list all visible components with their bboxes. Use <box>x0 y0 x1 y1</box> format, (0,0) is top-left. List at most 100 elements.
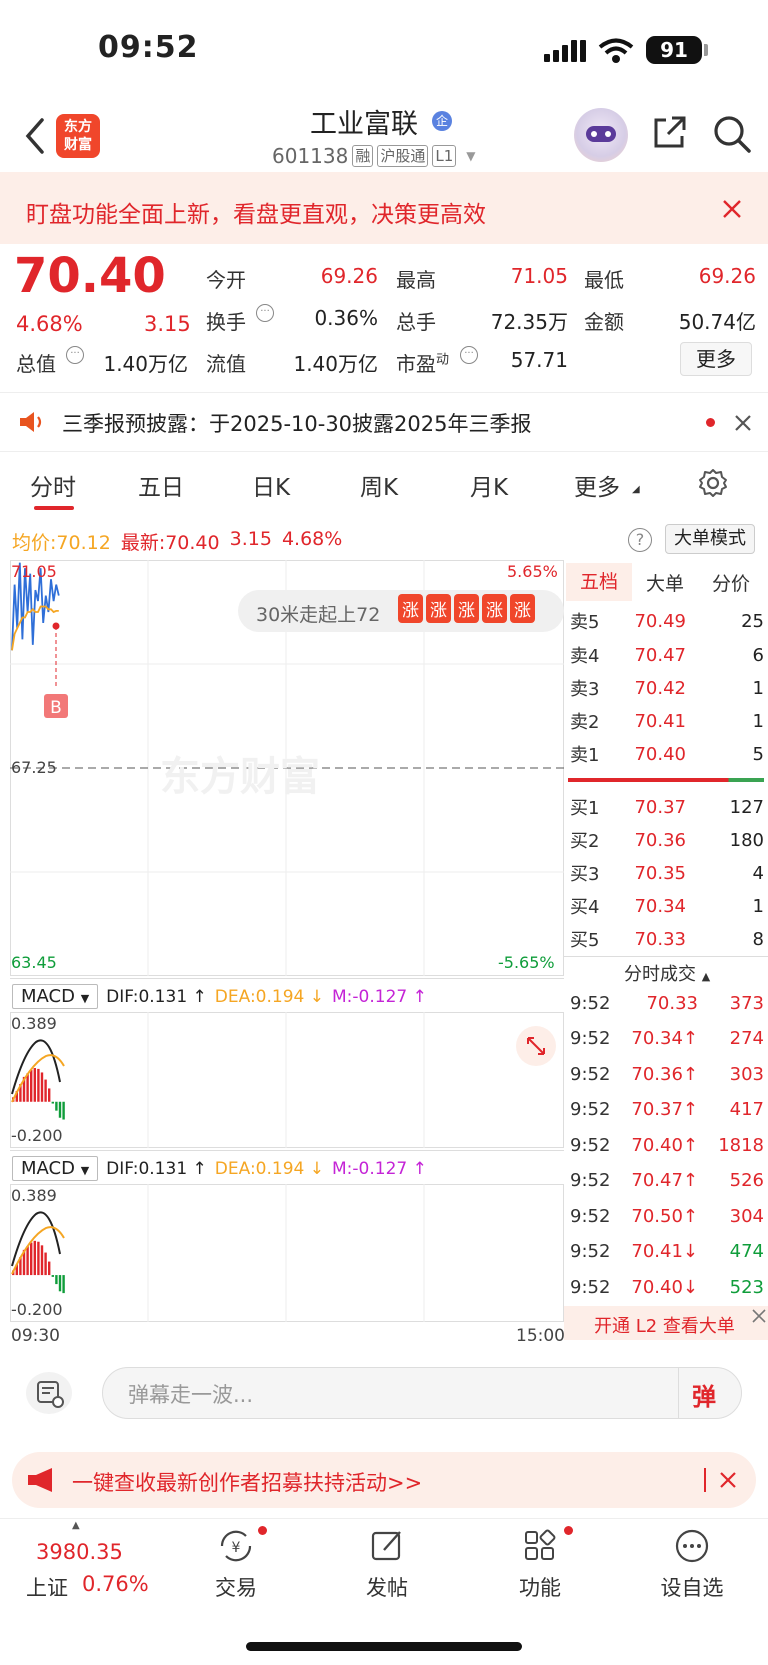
settings-icon[interactable] <box>698 468 728 498</box>
share-icon[interactable] <box>650 114 688 152</box>
nav-trade[interactable]: 交易 <box>191 1572 281 1602</box>
trade-marker-point <box>52 622 60 630</box>
danmu-send-button[interactable]: 弹 <box>692 1377 716 1412</box>
megaphone-icon <box>28 1468 52 1492</box>
ask-row: 卖2 70.41 1 <box>570 710 764 734</box>
danmu-banner-text: 30米走起上72 <box>256 604 381 626</box>
danmu-settings-button[interactable] <box>26 1372 72 1414</box>
assistant-avatar[interactable] <box>574 108 628 162</box>
tab-five-day[interactable]: 五日 <box>138 468 184 502</box>
expand-icon <box>527 1037 545 1055</box>
info-icon[interactable]: ··· <box>256 304 274 322</box>
ask-row: 卖4 70.47 6 <box>570 644 764 668</box>
index-name[interactable]: 上证 <box>26 1572 68 1602</box>
tab-weekly-k[interactable]: 周K <box>360 468 398 502</box>
indicator-select[interactable]: MACD ▼ <box>12 1156 99 1181</box>
macd-bar <box>48 1261 51 1276</box>
macd-bar <box>48 1088 51 1102</box>
tab-big-orders[interactable]: 大单 <box>632 569 698 596</box>
trade-row: 9:52 70.36↑ 303 <box>570 1063 764 1085</box>
close-icon[interactable] <box>722 199 742 219</box>
announcement-text: 三季报预披露：于2025-10-30披露2025年三季报 <box>62 412 532 436</box>
macd-header: MACD ▼ DIF:0.131 ↑ DEA:0.194 ↓ M:-0.127 … <box>12 984 427 1009</box>
bid-row: 买2 70.36 180 <box>570 829 764 853</box>
trade-row: 9:52 70.50↑ 304 <box>570 1205 764 1227</box>
close-icon[interactable] <box>752 1309 766 1323</box>
trades-title[interactable]: 分时成交 ▲ <box>624 960 710 986</box>
stock-code-row[interactable]: 601138 融 沪股通 L1 ▼ <box>272 144 476 168</box>
macd-top-label: 0.389 <box>11 1014 57 1033</box>
battery-tip <box>704 44 708 56</box>
tab-daily-k[interactable]: 日K <box>252 468 290 502</box>
signal-icon <box>544 40 586 62</box>
danmu-settings-icon <box>37 1381 64 1408</box>
y-mid-label: 67.25 <box>11 758 57 777</box>
tab-monthly-k[interactable]: 月K <box>470 468 508 502</box>
open-label: 今开 <box>206 268 246 292</box>
macd-bar <box>62 1275 65 1294</box>
speaker-icon <box>20 412 42 432</box>
ask-row: 卖1 70.40 5 <box>570 743 764 767</box>
add-watchlist-icon[interactable] <box>674 1528 710 1564</box>
promo-text: 一键查收最新创作者招募扶持活动>> <box>72 1471 423 1495</box>
macd-bar <box>26 1073 29 1102</box>
float-cap-label: 流值 <box>206 352 246 376</box>
functions-icon[interactable] <box>522 1528 558 1564</box>
float-cap-value: 1.40万亿 <box>293 352 378 376</box>
back-icon[interactable] <box>24 118 46 154</box>
badge-dot <box>258 1526 267 1535</box>
trade-icon[interactable]: ¥ <box>216 1528 256 1564</box>
tab-intraday[interactable]: 分时 <box>30 468 76 502</box>
bid-row: 买1 70.37 127 <box>570 796 764 820</box>
total-cap-value: 1.40万亿 <box>103 352 188 376</box>
trade-row: 9:52 70.47↑ 526 <box>570 1169 764 1191</box>
info-icon[interactable]: ··· <box>460 346 478 364</box>
macd-bar <box>26 1246 29 1276</box>
indicator-select[interactable]: MACD ▼ <box>12 984 99 1009</box>
stock-name[interactable]: 工业富联 <box>310 102 418 141</box>
macd-bar <box>51 1101 54 1104</box>
close-icon[interactable] <box>734 414 752 432</box>
trade-row: 9:52 70.33 373 <box>570 992 764 1014</box>
expand-button[interactable] <box>516 1026 556 1066</box>
tab-price-dist[interactable]: 分价 <box>698 569 764 596</box>
trade-row: 9:52 70.34↑ 274 <box>570 1027 764 1049</box>
nav-post[interactable]: 发帖 <box>342 1572 432 1602</box>
index-value[interactable]: 3980.35 <box>36 1540 123 1564</box>
unread-dot <box>706 418 715 427</box>
more-quote-button[interactable]: 更多 <box>680 342 752 376</box>
ask-row: 卖3 70.42 1 <box>570 677 764 701</box>
nav-add-watchlist[interactable]: 设自选 <box>647 1572 737 1602</box>
rise-badge: 涨 <box>510 594 535 623</box>
close-icon[interactable] <box>720 1472 736 1488</box>
amount-value: 50.74亿 <box>678 310 756 334</box>
dropdown-icon: ▼ <box>466 149 476 163</box>
high-value: 71.05 <box>510 264 568 288</box>
change-value: 3.15 <box>144 312 191 336</box>
bid-row: 买5 70.33 8 <box>570 928 764 952</box>
info-icon[interactable]: ··· <box>66 346 84 364</box>
help-icon[interactable]: ? <box>628 528 652 552</box>
trade-row: 9:52 70.40↑ 1818 <box>570 1134 764 1156</box>
nav-functions[interactable]: 功能 <box>495 1572 585 1602</box>
enterprise-badge-icon: 企 <box>432 111 452 131</box>
index-change[interactable]: 0.76% <box>82 1572 149 1596</box>
macd-chart[interactable] <box>10 1012 564 1148</box>
macd-chart[interactable] <box>10 1184 564 1322</box>
tab-indicator <box>34 506 74 510</box>
macd-top-label: 0.389 <box>11 1186 57 1205</box>
post-icon[interactable] <box>370 1528 406 1564</box>
tag-connect: 沪股通 <box>377 145 429 167</box>
stock-code: 601138 <box>272 144 349 168</box>
tab-five-levels[interactable]: 五档 <box>566 563 632 601</box>
macd-bottom-label: -0.200 <box>11 1126 63 1145</box>
caret-icon: ◢ <box>632 484 640 495</box>
search-icon[interactable] <box>712 114 752 154</box>
macd-bar <box>55 1275 58 1285</box>
l2-upgrade-text: 开通 L2 查看大单 <box>594 1316 735 1337</box>
status-time: 09:52 <box>98 30 199 65</box>
tab-more[interactable]: 更多 <box>574 468 620 502</box>
macd-bar <box>37 1241 40 1276</box>
divider <box>704 1468 706 1492</box>
big-order-mode-button[interactable]: 大单模式 <box>665 524 755 554</box>
